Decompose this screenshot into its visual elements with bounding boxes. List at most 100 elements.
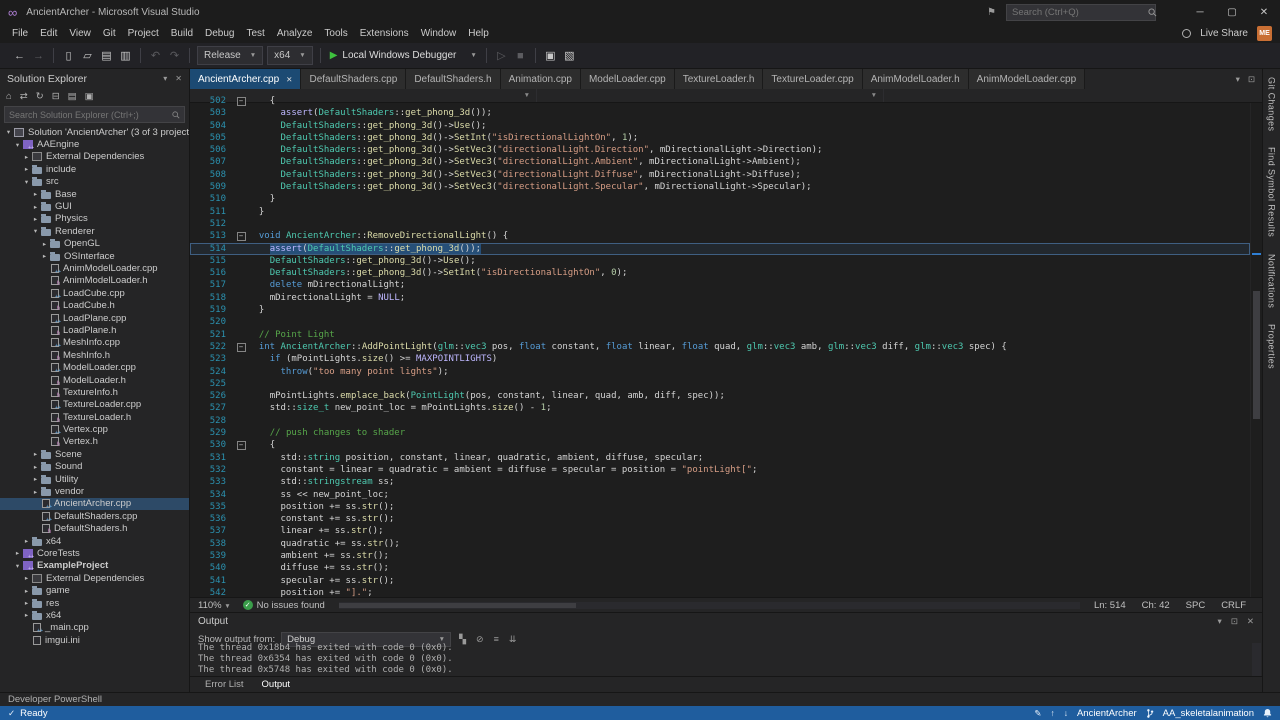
search-input[interactable] (1012, 6, 1144, 18)
maximize-button[interactable]: ▢ (1216, 0, 1248, 24)
solution-search-box[interactable] (4, 106, 185, 123)
code-line[interactable]: 520 (190, 316, 1250, 328)
tree-item-animmodelloader-cpp[interactable]: AnimModelLoader.cpp (0, 262, 189, 275)
tree-item-loadplane-h[interactable]: LoadPlane.h (0, 324, 189, 337)
code-line[interactable]: 524 throw("too many point lights"); (190, 366, 1250, 378)
tree-item-modelloader-h[interactable]: ModelLoader.h (0, 374, 189, 386)
find-in-files-icon[interactable]: ▣ (541, 46, 560, 66)
tree-item-exampleproject[interactable]: ▾ ExampleProject (0, 560, 189, 572)
code-line[interactable]: 537 linear += ss.str(); (190, 525, 1250, 537)
code-line[interactable]: 508 DefaultShaders::get_phong_3d()->SetV… (190, 169, 1250, 181)
menu-file[interactable]: File (6, 26, 34, 41)
tree-item-coretests[interactable]: ▸ CoreTests (0, 547, 189, 560)
tab-animation-cpp[interactable]: Animation.cpp (500, 69, 581, 89)
navigate-forward-icon[interactable]: → (29, 46, 48, 66)
tab-animmodelloader-cpp[interactable]: AnimModelLoader.cpp (968, 69, 1086, 89)
editor-vertical-scrollbar[interactable] (1250, 103, 1262, 597)
tree-item-vendor[interactable]: ▸ vendor (0, 485, 189, 497)
tree-item-loadcube-cpp[interactable]: LoadCube.cpp (0, 287, 189, 299)
code-line[interactable]: 507 DefaultShaders::get_phong_3d()->SetV… (190, 156, 1250, 168)
output-log[interactable]: The thread 0x18b4 has exited with code 0… (190, 643, 1262, 676)
split-window-icon[interactable]: ⊡ (1248, 74, 1255, 85)
tree-item-base[interactable]: ▸ Base (0, 188, 189, 200)
code-line[interactable]: 534 ss << new_point_loc; (190, 489, 1250, 501)
tree-item-external-dependencies[interactable]: ▸ External Dependencies (0, 151, 189, 163)
side-tab-find-symbol-results[interactable]: Find Symbol Results (1267, 147, 1277, 237)
tree-item-textureloader-h[interactable]: TextureLoader.h (0, 411, 189, 423)
tab-defaultshaders-h[interactable]: DefaultShaders.h (406, 69, 501, 89)
output-scrollbar[interactable] (1252, 643, 1261, 676)
panel-tab-output[interactable]: Output (255, 678, 298, 691)
code-line[interactable]: 532 constant = linear = quadratic = ambi… (190, 464, 1250, 476)
code-line[interactable]: 502− { (190, 95, 1250, 107)
tree-item-solution-ancientarcher-3-of-3-projects[interactable]: ▾ Solution 'AncientArcher' (3 of 3 projec… (0, 126, 189, 138)
code-line[interactable]: 523 if (mPointLights.size() >= MAXPOINTL… (190, 353, 1250, 365)
code-line[interactable]: 511 } (190, 206, 1250, 218)
code-line[interactable]: 513− void AncientArcher::RemoveDirection… (190, 230, 1250, 242)
code-line[interactable]: 530− { (190, 439, 1250, 451)
switch-views-icon[interactable]: ⇄ (20, 91, 28, 102)
tab-animmodelloader-h[interactable]: AnimModelLoader.h (862, 69, 969, 89)
tab-ancientarcher-cpp[interactable]: AncientArcher.cpp ✕ (190, 69, 302, 89)
side-tab-properties[interactable]: Properties (1267, 324, 1277, 369)
code-line[interactable]: 512 (190, 218, 1250, 230)
solution-search-input[interactable] (9, 109, 172, 120)
tree-item-scene[interactable]: ▸ Scene (0, 448, 189, 460)
code-line[interactable]: 510 } (190, 193, 1250, 205)
undo-icon[interactable]: ↶ (146, 46, 165, 66)
tree-item-x64[interactable]: ▸ x64 (0, 535, 189, 547)
tree-item-renderer[interactable]: ▾ Renderer (0, 225, 189, 237)
tree-item-sound[interactable]: ▸ Sound (0, 461, 189, 473)
code-line[interactable]: 514 assert(DefaultShaders::get_phong_3d(… (190, 242, 1250, 255)
menu-view[interactable]: View (63, 26, 97, 41)
tree-item-textureinfo-h[interactable]: TextureInfo.h (0, 386, 189, 399)
code-line[interactable]: 538 quadratic += ss.str(); (190, 538, 1250, 550)
code-line[interactable]: 519 } (190, 304, 1250, 316)
comment-icon[interactable]: ▧ (560, 46, 579, 66)
code-line[interactable]: 505 DefaultShaders::get_phong_3d()->SetI… (190, 132, 1250, 144)
push-icon[interactable]: ↑ (1050, 708, 1054, 718)
tab-modelloader-cpp[interactable]: ModelLoader.cpp (580, 69, 675, 89)
menu-edit[interactable]: Edit (34, 26, 63, 41)
code-line[interactable]: 540 diffuse += ss.str(); (190, 562, 1250, 574)
tree-item-aaengine[interactable]: ▾ AAEngine (0, 138, 189, 151)
code-line[interactable]: 521 // Point Light (190, 329, 1250, 341)
tree-item-utility[interactable]: ▸ Utility (0, 473, 189, 485)
tree-item-imgui-ini[interactable]: imgui.ini (0, 634, 189, 646)
code-line[interactable]: 541 specular += ss.str(); (190, 575, 1250, 587)
code-line[interactable]: 503 assert(DefaultShaders::get_phong_3d(… (190, 107, 1250, 119)
minimize-button[interactable]: ─ (1184, 0, 1216, 24)
code-line[interactable]: 526 mPointLights.emplace_back(PointLight… (190, 390, 1250, 402)
side-tab-git-changes[interactable]: Git Changes (1267, 77, 1277, 131)
git-repository-name[interactable]: AncientArcher (1077, 708, 1137, 719)
tree-item-include[interactable]: ▸ include (0, 163, 189, 175)
tree-item-vertex-h[interactable]: Vertex.h (0, 436, 189, 448)
tree-item-loadplane-cpp[interactable]: LoadPlane.cpp (0, 312, 189, 324)
properties-icon[interactable]: ▣ (85, 91, 94, 102)
code-line[interactable]: 542 position += "]."; (190, 587, 1250, 597)
tree-item-game[interactable]: ▸ game (0, 584, 189, 596)
code-line[interactable]: 525 (190, 378, 1250, 390)
tree-item-gui[interactable]: ▸ GUI (0, 200, 189, 212)
close-icon[interactable]: ✕ (175, 74, 182, 83)
active-files-list-icon[interactable]: ▾ (1236, 74, 1240, 85)
home-icon[interactable]: ⌂ (6, 91, 12, 102)
save-icon[interactable]: ▤ (97, 46, 116, 66)
code-line[interactable]: 517 delete mDirectionalLight; (190, 279, 1250, 291)
notifications-flag-icon[interactable]: ⚑ (987, 7, 996, 18)
start-debugging-button[interactable]: ▶ Local Windows Debugger ▼ (330, 50, 477, 61)
code-line[interactable]: 506 DefaultShaders::get_phong_3d()->SetV… (190, 144, 1250, 156)
tree-item-meshinfo-h[interactable]: MeshInfo.h (0, 349, 189, 361)
tree-item-res[interactable]: ▸ res (0, 597, 189, 609)
tab-textureloader-h[interactable]: TextureLoader.h (674, 69, 764, 89)
pending-edits-icon[interactable]: ✎ (1034, 708, 1041, 719)
tree-item-loadcube-h[interactable]: LoadCube.h (0, 299, 189, 312)
tree-item-textureloader-cpp[interactable]: TextureLoader.cpp (0, 399, 189, 411)
menu-window[interactable]: Window (415, 26, 463, 41)
pull-icon[interactable]: ↓ (1064, 708, 1068, 718)
scrollbar-thumb[interactable] (338, 602, 576, 608)
code-line[interactable]: 515 DefaultShaders::get_phong_3d()->Use(… (190, 255, 1250, 267)
account-avatar[interactable]: ME (1257, 26, 1272, 41)
code-line[interactable]: 533 std::stringstream ss; (190, 476, 1250, 488)
tab-defaultshaders-cpp[interactable]: DefaultShaders.cpp (301, 69, 407, 89)
